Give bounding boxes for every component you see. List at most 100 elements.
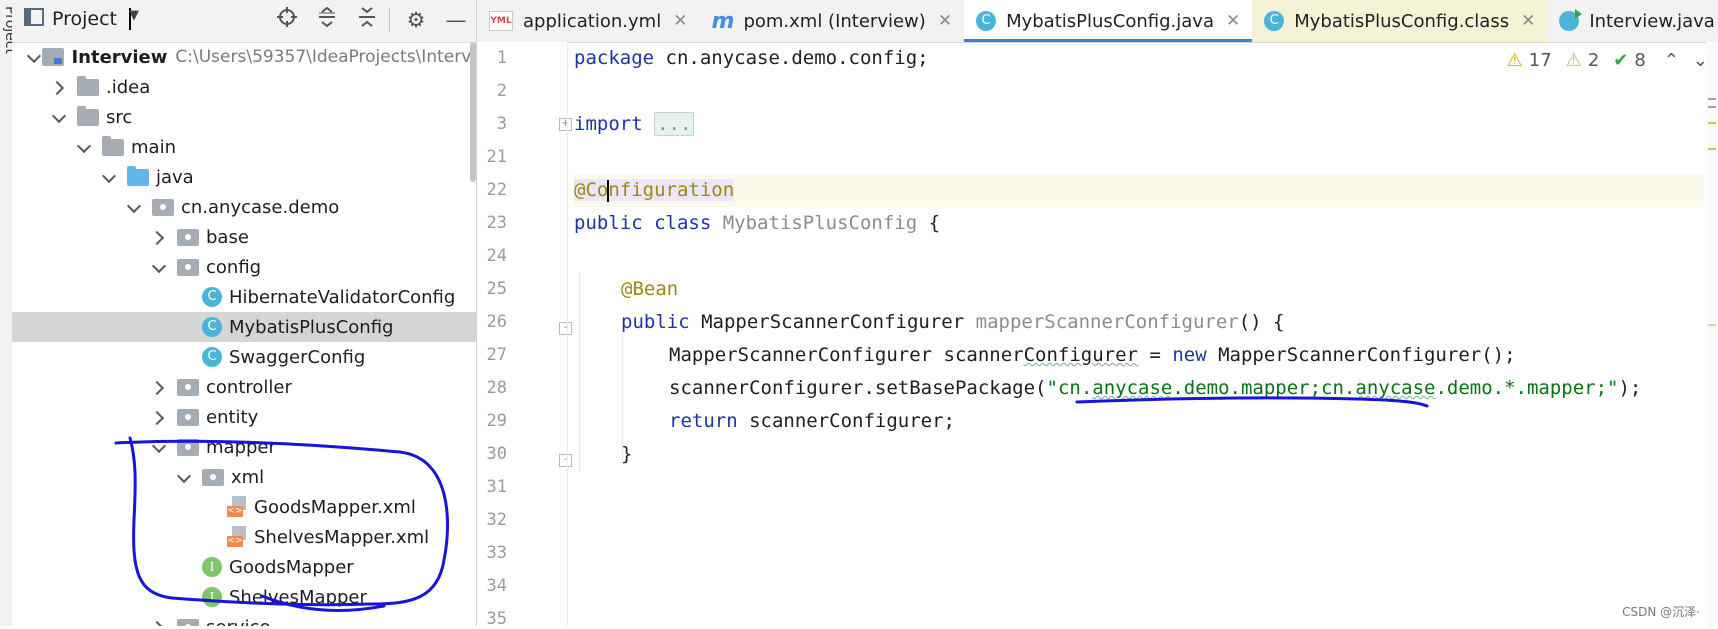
editor-tab[interactable]: YML application.yml ✕: [477, 0, 699, 42]
chevron-right-icon[interactable]: [151, 619, 167, 626]
project-panel-header: Project ▼ ⚙ —: [12, 0, 476, 43]
code-editor: YMLapplication.yml✕mpom.xml (Interview)✕…: [477, 0, 1718, 626]
line-number: 28: [477, 378, 507, 398]
tree-item[interactable]: src: [12, 102, 476, 132]
line-number: 30: [477, 444, 507, 464]
line-number: 23: [477, 213, 507, 233]
package-icon: [177, 439, 199, 456]
line-number: 26: [477, 312, 507, 332]
chevron-down-icon[interactable]: [176, 469, 192, 485]
tree-item[interactable]: mapper: [12, 432, 476, 462]
close-icon[interactable]: ✕: [938, 11, 952, 31]
tree-item[interactable]: config: [12, 252, 476, 282]
line-number: 32: [477, 510, 507, 530]
tree-item[interactable]: main: [12, 132, 476, 162]
folder-icon: [102, 139, 124, 156]
watermark: CSDN @沉泽·: [1622, 603, 1700, 620]
chevron-down-icon[interactable]: [101, 169, 117, 185]
editor-tab[interactable]: mpom.xml (Interview)✕: [699, 0, 964, 42]
tree-scrollbar[interactable]: [470, 42, 476, 182]
module-folder-icon: [42, 48, 64, 66]
code-line-1: package cn.anycase.demo.config;: [574, 42, 929, 75]
chevron-down-icon[interactable]: [126, 199, 142, 215]
check-icon: ✔: [1613, 50, 1628, 71]
tree-item[interactable]: controller: [12, 372, 476, 402]
tree-item[interactable]: CSwaggerConfig: [12, 342, 476, 372]
locate-icon[interactable]: [273, 6, 301, 34]
gear-icon[interactable]: ⚙: [402, 6, 430, 34]
editor-error-stripe[interactable]: [1706, 42, 1718, 626]
tree-item[interactable]: base: [12, 222, 476, 252]
line-number: 27: [477, 345, 507, 365]
class-icon: C: [202, 317, 222, 337]
folded-imports[interactable]: ...: [654, 112, 694, 136]
editor-tab-label: application.yml: [523, 11, 661, 32]
tree-item[interactable]: CMybatisPlusConfig: [12, 312, 476, 342]
weak-warning-count: 2: [1588, 50, 1599, 71]
code-area[interactable]: package cn.anycase.demo.config; import .…: [574, 42, 1674, 626]
fold-marker-icon[interactable]: -: [559, 322, 572, 335]
line-number: 22: [477, 180, 507, 200]
chevron-right-icon[interactable]: [151, 409, 167, 425]
chevron-down-icon[interactable]: [76, 139, 92, 155]
expand-all-icon[interactable]: [313, 6, 341, 34]
line-number: 34: [477, 576, 507, 596]
close-icon[interactable]: ✕: [1521, 11, 1535, 31]
editor-tab[interactable]: Interview.java✕: [1547, 0, 1718, 42]
tree-item-label: java: [156, 167, 194, 188]
toolbar-separator: [389, 8, 390, 32]
chevron-right-icon[interactable]: [151, 229, 167, 245]
project-view-selector[interactable]: Project ▼: [24, 8, 130, 30]
package-icon: [202, 469, 224, 486]
folder-icon: [77, 79, 99, 96]
tree-item-label: config: [206, 257, 261, 278]
editor-tab-label: Interview.java: [1589, 11, 1714, 32]
chevron-down-icon[interactable]: [51, 109, 67, 125]
tree-item[interactable]: IShelvesMapper: [12, 582, 476, 612]
tree-item[interactable]: InterviewC:\Users\59357\IdeaProjects\Int…: [12, 42, 476, 72]
tree-item[interactable]: IGoodsMapper: [12, 552, 476, 582]
package-icon: [177, 379, 199, 396]
close-icon[interactable]: ✕: [673, 11, 687, 31]
tree-item[interactable]: ShelvesMapper.xml: [12, 522, 476, 552]
maven-icon: m: [711, 9, 733, 34]
chevron-down-icon[interactable]: ▼: [129, 8, 131, 30]
tree-item[interactable]: CHibernateValidatorConfig: [12, 282, 476, 312]
package-icon: [177, 409, 199, 426]
collapse-all-icon[interactable]: [353, 6, 381, 34]
tree-item[interactable]: .idea: [12, 72, 476, 102]
source-folder-icon: [127, 169, 149, 186]
close-icon[interactable]: ✕: [1226, 11, 1240, 31]
tree-item[interactable]: cn.anycase.demo: [12, 192, 476, 222]
tree-item[interactable]: service: [12, 612, 476, 626]
tree-item-label: GoodsMapper: [229, 557, 354, 578]
chevron-right-icon[interactable]: [51, 79, 67, 95]
project-panel-title: Project: [52, 8, 117, 30]
tree-item[interactable]: GoodsMapper.xml: [12, 492, 476, 522]
chevron-down-icon[interactable]: [151, 259, 167, 275]
class-icon: C: [1264, 11, 1284, 31]
chevron-right-icon[interactable]: [151, 379, 167, 395]
tree-item[interactable]: java: [12, 162, 476, 192]
xml-file-icon: [227, 496, 247, 518]
editor-tab-bar: YMLapplication.yml✕mpom.xml (Interview)✕…: [477, 0, 1718, 43]
editor-tab[interactable]: CMybatisPlusConfig.class✕: [1252, 0, 1547, 42]
tree-item[interactable]: xml: [12, 462, 476, 492]
chevron-up-icon[interactable]: ⌃: [1664, 50, 1679, 71]
inspection-widget[interactable]: ⚠17 ⚠2 ✔8 ⌃ ⌄: [1501, 50, 1708, 71]
folder-icon: [77, 109, 99, 126]
yml-file-icon: YML: [489, 11, 513, 31]
tree-item-label: SwaggerConfig: [229, 347, 365, 368]
fold-marker-icon[interactable]: +: [559, 118, 572, 131]
chevron-down-icon[interactable]: [151, 439, 167, 455]
minimize-icon[interactable]: —: [442, 6, 470, 34]
tree-item-label: Interview: [71, 47, 167, 68]
project-panel-toolbar: ⚙ —: [261, 6, 470, 34]
editor-tab[interactable]: CMybatisPlusConfig.java✕: [964, 0, 1252, 42]
chevron-down-icon[interactable]: [26, 49, 32, 65]
line-number: 24: [477, 246, 507, 266]
tree-item-label: ShelvesMapper.xml: [254, 527, 429, 548]
code-line-26: public MapperScannerConfigurer mapperSca…: [621, 306, 1285, 339]
fold-marker-icon[interactable]: -: [559, 454, 572, 467]
tree-item[interactable]: entity: [12, 402, 476, 432]
